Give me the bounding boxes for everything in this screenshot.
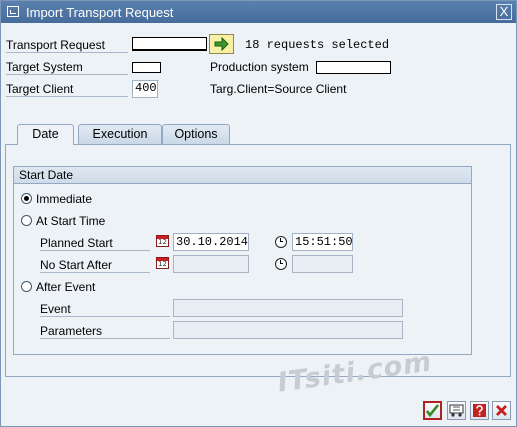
arrow-right-icon — [214, 36, 229, 52]
dialog-window: Import Transport Request X Transport Req… — [0, 0, 517, 427]
planned-start-time-field[interactable]: 15:51:50 — [292, 233, 353, 251]
tab-execution[interactable]: Execution — [78, 124, 162, 144]
no-start-after-label: No Start After — [40, 258, 150, 273]
parameters-field[interactable] — [173, 321, 403, 339]
selection-info: 18 requests selected — [245, 38, 390, 52]
immediate-label: Immediate — [36, 192, 93, 206]
at-start-time-label: At Start Time — [36, 214, 106, 228]
target-client-label: Target Client — [6, 82, 128, 97]
window-icon — [7, 6, 19, 17]
planned-start-label: Planned Start — [40, 236, 150, 251]
truck-icon — [449, 404, 464, 417]
calendar-icon[interactable]: 12 — [156, 235, 169, 247]
arrow-right-button[interactable] — [209, 34, 234, 54]
no-start-after-date-field[interactable] — [173, 255, 249, 273]
cancel-button[interactable] — [492, 401, 511, 420]
checkmark-icon — [425, 404, 440, 418]
production-system-field[interactable] — [316, 61, 391, 74]
cancel-icon — [496, 405, 507, 416]
title-bar: Import Transport Request X — [1, 1, 516, 23]
help-icon — [473, 404, 486, 417]
window-title: Import Transport Request — [26, 5, 174, 20]
start-date-title: Start Date — [19, 168, 74, 182]
tab-date[interactable]: Date — [17, 124, 74, 145]
after-event-label: After Event — [36, 280, 96, 294]
after-event-radio[interactable] — [21, 281, 32, 292]
clock-icon[interactable] — [275, 236, 287, 248]
planned-start-date-field[interactable]: 30.10.2014 — [173, 233, 249, 251]
target-system-label: Target System — [6, 60, 128, 75]
parameters-label: Parameters — [40, 324, 170, 339]
start-date-group-header — [13, 166, 472, 184]
production-system-label: Production system — [210, 60, 309, 74]
transport-button[interactable] — [447, 401, 466, 420]
transport-request-field[interactable] — [132, 37, 207, 51]
confirm-button[interactable] — [423, 401, 442, 420]
immediate-radio[interactable] — [21, 193, 32, 204]
tab-options[interactable]: Options — [162, 124, 230, 144]
event-field[interactable] — [173, 299, 403, 317]
calendar-icon-text: 12 — [158, 260, 167, 268]
help-button[interactable] — [470, 401, 489, 420]
at-start-time-radio[interactable] — [21, 215, 32, 226]
target-system-field[interactable] — [132, 62, 161, 73]
transport-request-label: Transport Request — [6, 38, 128, 53]
clock-icon[interactable] — [275, 258, 287, 270]
target-client-field[interactable]: 400 — [132, 80, 158, 98]
no-start-after-time-field[interactable] — [292, 255, 353, 273]
close-icon[interactable]: X — [496, 4, 512, 20]
calendar-icon[interactable]: 12 — [156, 257, 169, 269]
client-note: Targ.Client=Source Client — [210, 82, 347, 96]
event-label: Event — [40, 302, 170, 317]
calendar-icon-text: 12 — [158, 238, 167, 246]
